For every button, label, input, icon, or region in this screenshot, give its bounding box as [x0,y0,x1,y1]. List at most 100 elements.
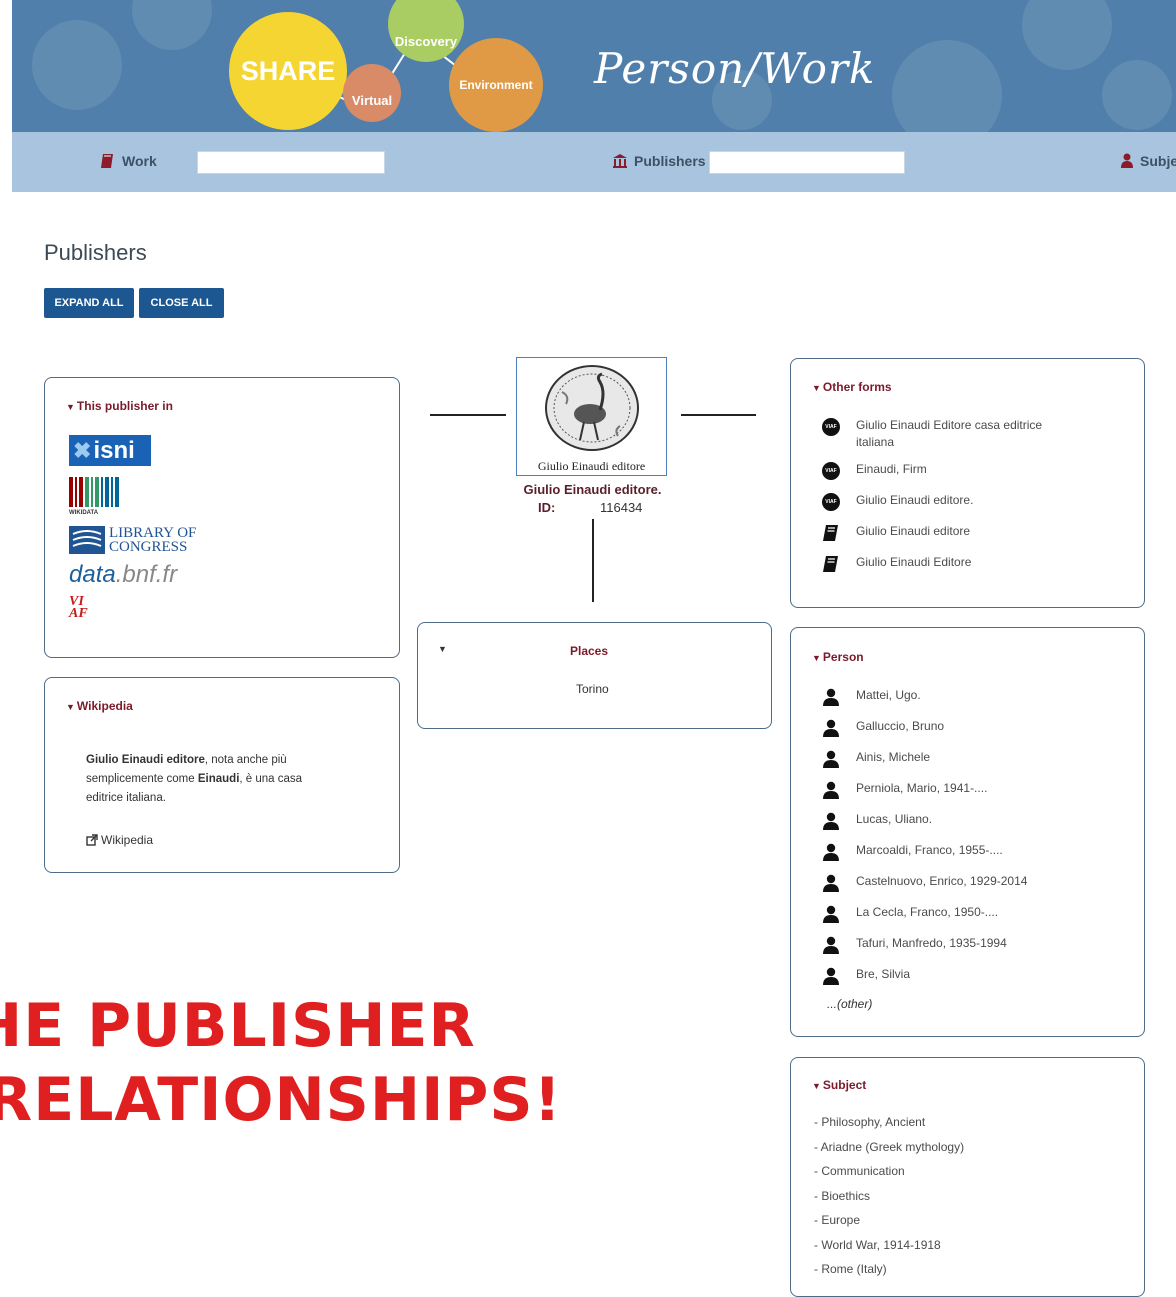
person-icon [823,936,839,954]
caret-down-icon: ▼ [812,653,821,663]
person-item-label: Marcoaldi, Franco, 1955-.... [856,843,1003,857]
bnf-logo-part-a: data [69,561,116,588]
person-item-label: La Cecla, Franco, 1950-.... [856,905,999,919]
subject-item[interactable]: - Bioethics [814,1189,870,1203]
caret-down-icon: ▼ [66,402,75,412]
expand-all-button[interactable]: EXPAND ALL [44,288,134,318]
discovery-logo-bubble: Discovery [388,0,464,62]
wikipedia-toggle[interactable]: ▼ Wikipedia [66,699,133,713]
person-item[interactable]: Bre, Silvia [822,967,910,985]
search-bar: Work Publishers Subje [12,132,1176,192]
share-logo-bubble: SHARE [229,12,347,130]
places-toggle-caret-icon[interactable]: ▼ [438,644,447,654]
subject-item[interactable]: - Communication [814,1164,905,1178]
person-icon [823,750,839,768]
person-item[interactable]: La Cecla, Franco, 1950-.... [822,905,998,923]
viaf-icon: VIAF [822,462,840,480]
work-search-input[interactable] [197,151,385,174]
connector-line-down [592,519,594,602]
environment-logo-bubble: Environment [449,38,543,132]
viaf-icon: VIAF [822,493,840,511]
person-icon [823,812,839,830]
close-all-button[interactable]: CLOSE ALL [139,288,224,318]
places-title: Places [570,644,609,658]
header-banner: SHARE Discovery Virtual Environment Pers… [12,0,1176,132]
other-form-item[interactable]: Giulio Einaudi Editore [822,555,971,573]
person-item-label: Galluccio, Bruno [856,719,945,733]
person-item-label: Mattei, Ugo. [856,688,921,702]
wikidata-logo-link[interactable]: WIKIDATA [69,477,129,517]
place-item[interactable]: Torino [576,682,609,696]
loc-line1: LIBRARY OF [109,525,197,541]
person-item[interactable]: Galluccio, Bruno [822,719,944,737]
person-item[interactable]: Ainis, Michele [822,750,930,768]
publisher-emblem-ostrich-icon [545,365,639,451]
person-icon [1121,153,1133,168]
connector-line-left [430,414,506,416]
subject-search-label: Subje [1120,153,1176,169]
other-form-item[interactable]: VIAF Giulio Einaudi Editore casa editric… [822,418,1056,451]
isni-logo-link[interactable]: ✖ isni [69,435,151,466]
subject-item[interactable]: - Europe [814,1213,860,1227]
person-item-label: Tafuri, Manfredo, 1935-1994 [856,936,1007,950]
person-icon [823,967,839,985]
person-icon [823,719,839,737]
publisher-name: Giulio Einaudi editore. [523,482,662,497]
person-toggle[interactable]: ▼ Person [812,650,864,664]
wikidata-logo-text: WIKIDATA [69,510,99,516]
other-form-item[interactable]: VIAF Einaudi, Firm [822,462,927,480]
book-icon [823,525,838,541]
publishers-search-label: Publishers [612,153,706,169]
person-icon [823,688,839,706]
person-item-label: Lucas, Uliano. [856,812,933,826]
loc-line2: CONGRESS [109,539,188,555]
person-icon [823,874,839,892]
other-form-item[interactable]: VIAF Giulio Einaudi editore. [822,493,973,511]
person-item[interactable]: Castelnuovo, Enrico, 1929-2014 [822,874,1027,892]
wikipedia-link[interactable]: Wikipedia [86,833,153,847]
person-icon [823,905,839,923]
person-item-label: Ainis, Michele [856,750,931,764]
other-forms-toggle[interactable]: ▼ Other forms [812,380,892,394]
person-item[interactable]: Marcoaldi, Franco, 1955-.... [822,843,1003,861]
page-title: Publishers [44,240,147,265]
overlay-caption: he Publisher Relationships! [0,996,562,1130]
virtual-logo-bubble: Virtual [343,64,401,122]
library-of-congress-icon [69,526,105,554]
subject-item[interactable]: - World War, 1914-1918 [814,1238,941,1252]
person-item[interactable]: Mattei, Ugo. [822,688,921,706]
bnf-logo-part-b: .bnf.fr [115,561,178,588]
publisher-image: Giulio Einaudi editore [516,357,667,476]
book-icon [101,154,113,168]
publisher-id-label: ID: [538,500,556,515]
book-icon [823,556,838,572]
publisher-image-caption: Giulio Einaudi editore [537,459,646,473]
person-other-link[interactable]: ...(other) [827,997,872,1011]
person-item[interactable]: Perniola, Mario, 1941-.... [822,781,987,799]
subject-item[interactable]: - Ariadne (Greek mythology) [814,1140,964,1154]
banner-title: Person/Work [594,44,876,93]
wikidata-barcode-icon [69,477,119,507]
person-item[interactable]: Tafuri, Manfredo, 1935-1994 [822,936,1007,954]
viaf-logo-link[interactable]: VI AF [69,595,88,621]
this-publisher-in-toggle[interactable]: ▼ This publisher in [66,399,173,413]
person-item-label: Perniola, Mario, 1941-.... [856,781,988,795]
subject-toggle[interactable]: ▼ Subject [812,1078,866,1092]
person-icon [823,781,839,799]
caption-line-2: Relationships! [0,1065,562,1135]
caret-down-icon: ▼ [812,1081,821,1091]
caption-line-1: he Publisher [0,991,476,1061]
data-bnf-logo-link[interactable]: data.bnf.fr [69,561,177,589]
library-of-congress-logo-link[interactable]: LIBRARY OF CONGRESS [69,524,219,556]
subject-item[interactable]: - Philosophy, Ancient [814,1115,925,1129]
person-item[interactable]: Lucas, Uliano. [822,812,932,830]
viaf-icon: VIAF [822,418,840,436]
other-form-item[interactable]: Giulio Einaudi editore [822,524,970,542]
caret-down-icon: ▼ [66,702,75,712]
publisher-id-value: 116434 [600,500,643,515]
work-search-label: Work [100,153,157,169]
subject-item[interactable]: - Rome (Italy) [814,1262,887,1276]
viaf-logo-line2: AF [69,606,88,621]
publishers-search-input[interactable] [709,151,905,174]
person-icon [823,843,839,861]
